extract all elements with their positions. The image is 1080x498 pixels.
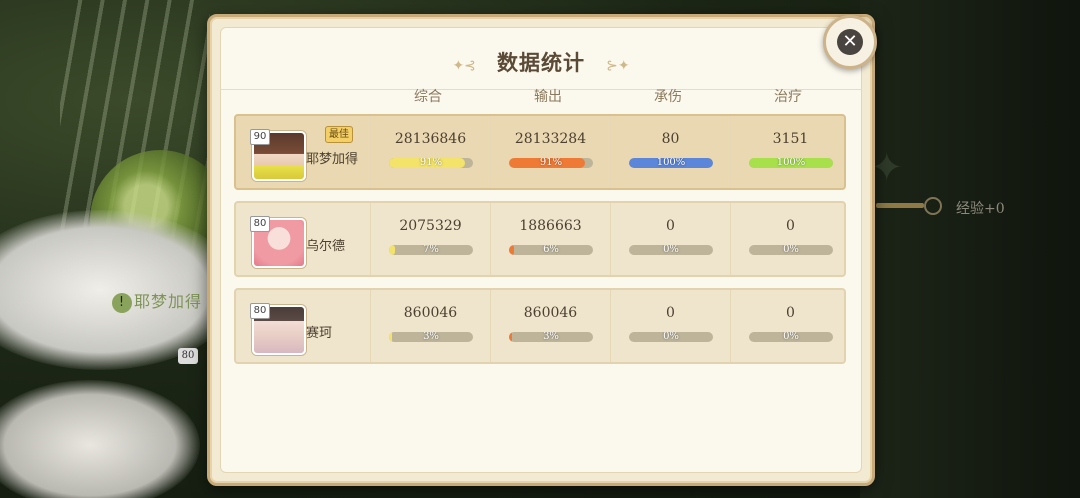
character-row[interactable]: 80 乌尔德 2075329 7% 1886663 6% 0 0% 0 0% bbox=[234, 201, 846, 277]
stat-value: 2075329 bbox=[399, 218, 462, 234]
progress-bar: 0% bbox=[629, 245, 713, 255]
progress-percent: 0% bbox=[663, 245, 679, 255]
progress-percent: 6% bbox=[543, 245, 559, 255]
progress-bar: 0% bbox=[749, 245, 833, 255]
stat-damage: 28133284 91% bbox=[490, 116, 610, 188]
header-healing: 治疗 bbox=[774, 89, 802, 105]
stat-value: 1886663 bbox=[519, 218, 582, 234]
progress-bar: 6% bbox=[509, 245, 593, 255]
alert-icon: ! bbox=[112, 292, 132, 313]
header-damage-taken: 承伤 bbox=[654, 89, 682, 105]
progress-percent: 100% bbox=[656, 158, 686, 168]
progress-percent: 91% bbox=[539, 158, 563, 168]
stat-damage: 860046 3% bbox=[490, 290, 610, 362]
stat-cells: 28136846 91% 28133284 91% 80 100% 3151 1… bbox=[370, 116, 850, 188]
progress-bar: 91% bbox=[389, 158, 473, 168]
stat-value: 0 bbox=[666, 305, 675, 321]
progress-bar: 0% bbox=[629, 332, 713, 342]
stat-value: 860046 bbox=[523, 305, 578, 321]
progress-percent: 0% bbox=[783, 332, 799, 342]
character-row[interactable]: 80 赛珂 860046 3% 860046 3% 0 0% 0 0% bbox=[234, 288, 846, 364]
character-info: 80 赛珂 bbox=[236, 290, 370, 362]
progress-percent: 3% bbox=[543, 332, 559, 342]
star-icon: ✦ bbox=[870, 145, 904, 191]
character-info: 90 最佳 耶梦加得 bbox=[236, 116, 370, 188]
character-silhouette-lower bbox=[0, 380, 200, 498]
character-name: 乌尔德 bbox=[306, 239, 346, 254]
character-row[interactable]: 90 最佳 耶梦加得 28136846 91% 28133284 91% 80 … bbox=[234, 114, 846, 190]
exp-text: 经验+0 bbox=[956, 201, 1005, 217]
progress-percent: 0% bbox=[783, 245, 799, 255]
close-icon: ✕ bbox=[837, 29, 863, 55]
best-badge: 最佳 bbox=[325, 126, 353, 143]
level-badge: 80 bbox=[250, 303, 270, 319]
progress-bar: 91% bbox=[509, 158, 593, 168]
stat-damage-taken: 80 100% bbox=[610, 116, 730, 188]
stat-value: 0 bbox=[786, 218, 795, 234]
progress-bar: 100% bbox=[749, 158, 833, 168]
progress-bar: 100% bbox=[629, 158, 713, 168]
character-name: 赛珂 bbox=[306, 326, 333, 341]
background-level-badge: 80 bbox=[178, 348, 198, 364]
panel-title: 数据统计 bbox=[497, 50, 585, 75]
stat-value: 860046 bbox=[403, 305, 458, 321]
progress-percent: 91% bbox=[419, 158, 443, 168]
stat-cells: 2075329 7% 1886663 6% 0 0% 0 0% bbox=[370, 203, 850, 275]
level-badge: 80 bbox=[250, 216, 270, 232]
background-character-name: ! 耶梦加得 bbox=[112, 288, 202, 313]
panel-header: ✦⊰ 数据统计 ⊱✦ bbox=[210, 47, 872, 77]
close-button[interactable]: ✕ bbox=[823, 15, 877, 69]
stat-cells: 860046 3% 860046 3% 0 0% 0 0% bbox=[370, 290, 850, 362]
progress-bar: 7% bbox=[389, 245, 473, 255]
stat-value: 28133284 bbox=[514, 131, 587, 147]
progress-bar: 3% bbox=[389, 332, 473, 342]
stat-healing: 3151 100% bbox=[730, 116, 850, 188]
character-info: 80 乌尔德 bbox=[236, 203, 370, 275]
title-ornament-left-icon: ✦⊰ bbox=[452, 57, 476, 74]
progress-percent: 0% bbox=[663, 332, 679, 342]
stat-value: 3151 bbox=[772, 131, 809, 147]
exp-icon bbox=[924, 197, 942, 215]
progress-bar: 3% bbox=[509, 332, 593, 342]
stat-overall: 28136846 91% bbox=[370, 116, 490, 188]
stat-damage-taken: 0 0% bbox=[610, 203, 730, 275]
title-ornament-right-icon: ⊱✦ bbox=[606, 57, 630, 74]
stat-overall: 860046 3% bbox=[370, 290, 490, 362]
stat-value: 80 bbox=[661, 131, 680, 147]
right-shadow bbox=[860, 0, 1080, 498]
progress-percent: 7% bbox=[423, 245, 439, 255]
column-headers: 综合 输出 承伤 治疗 bbox=[368, 86, 848, 106]
stat-value: 0 bbox=[786, 305, 795, 321]
stats-rows: 90 最佳 耶梦加得 28136846 91% 28133284 91% 80 … bbox=[234, 114, 846, 375]
stat-damage: 1886663 6% bbox=[490, 203, 610, 275]
header-damage: 输出 bbox=[534, 89, 562, 105]
exp-line bbox=[876, 203, 924, 208]
stat-damage-taken: 0 0% bbox=[610, 290, 730, 362]
stat-healing: 0 0% bbox=[730, 290, 850, 362]
character-name: 耶梦加得 bbox=[306, 152, 359, 167]
progress-bar: 0% bbox=[749, 332, 833, 342]
stat-overall: 2075329 7% bbox=[370, 203, 490, 275]
progress-percent: 100% bbox=[776, 158, 806, 168]
progress-percent: 3% bbox=[423, 332, 439, 342]
stat-value: 28136846 bbox=[394, 131, 467, 147]
stat-healing: 0 0% bbox=[730, 203, 850, 275]
level-badge: 90 bbox=[250, 129, 270, 145]
header-overall: 综合 bbox=[414, 89, 442, 105]
stat-value: 0 bbox=[666, 218, 675, 234]
